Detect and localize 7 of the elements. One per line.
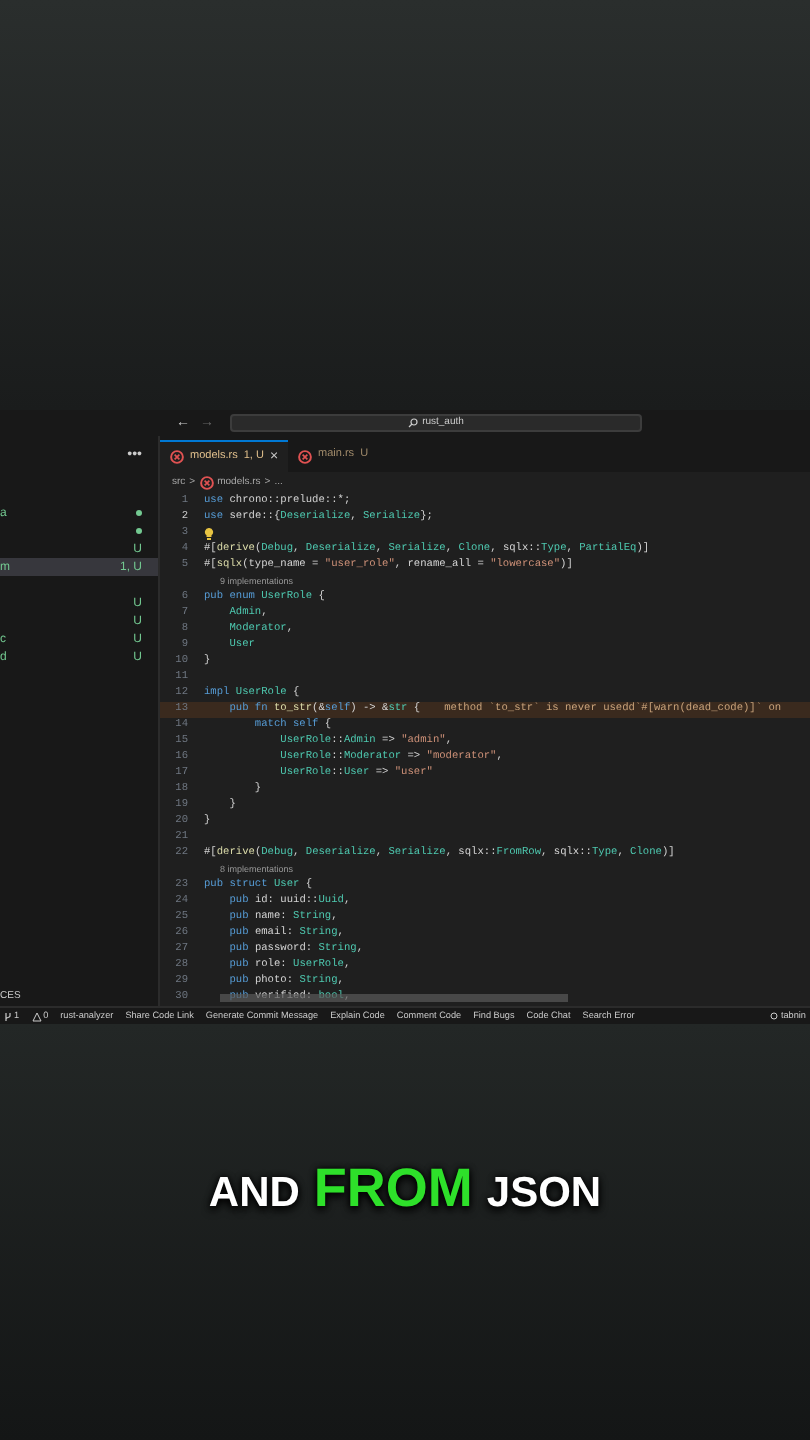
warning-icon xyxy=(31,1011,42,1021)
horizontal-scrollbar[interactable] xyxy=(220,994,568,1002)
branch-icon xyxy=(4,1011,12,1021)
lightbulb-icon[interactable] xyxy=(204,528,214,540)
circle-icon xyxy=(770,1012,779,1020)
caption-text: AND FROM JSON xyxy=(208,1156,602,1222)
search-icon xyxy=(408,418,419,428)
